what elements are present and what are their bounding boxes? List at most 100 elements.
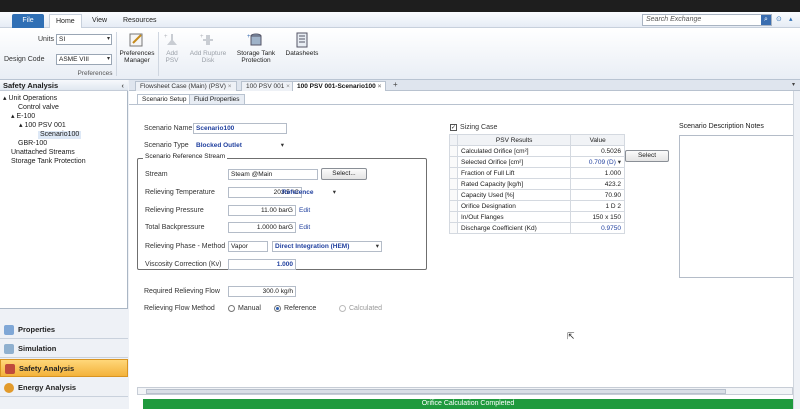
relieving-temperature-mode-select[interactable]: Reference ▾ [279, 187, 339, 198]
tree-label: Scenario100 [40, 131, 80, 138]
units-select[interactable]: SI ▾ [56, 34, 112, 45]
table-row: In/Out Flanges 150 x 150 [449, 211, 625, 223]
rupture-disk-icon: + [200, 34, 213, 45]
tree-item-control-valve[interactable]: Control valve [18, 104, 59, 112]
select-orifice-button[interactable]: Select [625, 150, 669, 162]
row-gutter [449, 167, 458, 179]
edit-relieving-pressure-link[interactable]: Edit [299, 207, 310, 214]
close-icon[interactable]: × [286, 83, 290, 90]
tree-label: 100 PSV 001 [24, 122, 66, 129]
scenario-notes-textarea[interactable] [679, 135, 795, 278]
relieving-pressure-label: Relieving Pressure [145, 207, 204, 214]
simulation-nav-button[interactable]: Simulation [0, 340, 128, 358]
add-psv-label: Add PSV [165, 50, 179, 64]
sizing-case-label: Sizing Case [460, 124, 498, 131]
home-tab[interactable]: Home [49, 14, 82, 28]
chevron-down-icon[interactable]: ▾ [792, 81, 795, 88]
tab-scenario-setup[interactable]: Scenario Setup [137, 94, 192, 104]
tab-fluid-properties[interactable]: Fluid Properties [189, 94, 245, 104]
add-psv-button[interactable]: + Add PSV [160, 32, 184, 64]
mouse-cursor-icon: ⇱ [567, 331, 575, 341]
horizontal-scrollbar[interactable] [137, 387, 793, 395]
search-exchange-input[interactable]: Search Exchange [642, 14, 772, 26]
total-backpressure-input[interactable]: 1.0000 barG [228, 222, 296, 233]
tab-flowsheet-case[interactable]: Flowsheet Case (Main) (PSV) × [135, 81, 237, 91]
relieving-phase-input[interactable]: Vapor [228, 241, 268, 252]
table-row: Rated Capacity [kg/h] 423.2 [449, 178, 625, 190]
result-label: Orifice Designation [456, 200, 572, 212]
tree-item-storage-tank-protection[interactable]: Storage Tank Protection [11, 158, 86, 166]
relieving-temperature-label: Relieving Temperature [145, 189, 215, 196]
calculated-radio[interactable] [339, 305, 346, 312]
help-icon[interactable]: ⊙ [776, 15, 782, 23]
units-label: Units [38, 36, 54, 43]
nav-button-label: Simulation [18, 344, 57, 353]
reference-radio-label: Reference [284, 305, 317, 312]
tree-item-unit-operations[interactable]: ▴ Unit Operations [3, 95, 57, 103]
selected-orifice-select[interactable]: 0.709 (D) ▾ [570, 156, 625, 168]
result-label: Calculated Orifice [cm²] [456, 145, 572, 157]
scenario-type-value: Blocked Outlet [196, 142, 242, 149]
relieving-method-select[interactable]: Direct Integration (HEM) ▾ [272, 241, 382, 252]
navigation-buttons: Properties Simulation Safety Analysis En… [0, 308, 128, 409]
view-tab[interactable]: View [86, 14, 113, 28]
add-rupture-disk-button[interactable]: + Add Rupture Disk [186, 32, 230, 64]
add-tab-icon[interactable]: + [393, 80, 398, 89]
reference-radio[interactable] [274, 305, 281, 312]
energy-analysis-nav-button[interactable]: Energy Analysis [0, 379, 128, 397]
manual-radio[interactable] [228, 305, 235, 312]
notes-label: Scenario Description Notes [679, 123, 764, 130]
datasheets-button[interactable]: Datasheets [282, 32, 322, 57]
preferences-manager-button[interactable]: Preferences Manager [118, 32, 156, 64]
search-icon[interactable]: ⌕ [761, 15, 771, 25]
tree-item-unattached-streams[interactable]: Unattached Streams [11, 149, 75, 157]
scenario-name-input[interactable]: Scenario100 [193, 123, 287, 134]
row-gutter [449, 189, 458, 201]
storage-tank-protection-button[interactable]: + Storage Tank Protection [232, 32, 280, 64]
preferences-manager-icon [129, 33, 143, 47]
table-row: Fraction of Full Lift 1.000 [449, 167, 625, 179]
tree-label: E-100 [16, 113, 36, 120]
relieving-flow-method-label: Relieving Flow Method [144, 305, 215, 312]
close-icon[interactable]: × [228, 83, 232, 90]
select-stream-button[interactable]: Select... [321, 168, 367, 180]
tab-label: 100 PSV 001 [246, 83, 285, 90]
result-label: In/Out Flanges [456, 211, 572, 223]
design-code-select[interactable]: ASME VIII ▾ [56, 54, 112, 65]
close-icon[interactable]: × [378, 83, 382, 90]
flowsheet-icon [4, 344, 14, 354]
viscosity-correction-label: Viscosity Correction (Kv) [145, 261, 222, 268]
file-tab[interactable]: File [12, 14, 44, 28]
preferences-manager-label: Preferences Manager [119, 50, 155, 64]
scrollbar-thumb[interactable] [146, 389, 726, 394]
chevron-down-icon: ▾ [617, 159, 621, 166]
tree-item-scenario100[interactable]: Scenario100 [38, 131, 82, 139]
tree-item-gbr-100[interactable]: GBR-100 [18, 140, 47, 148]
ribbon-separator [116, 32, 117, 76]
stream-label: Stream [145, 171, 168, 178]
flame-icon [4, 383, 14, 393]
tree-item-100-psv-001[interactable]: ▴ 100 PSV 001 [19, 122, 66, 130]
edit-backpressure-link[interactable]: Edit [299, 224, 310, 231]
vertical-scrollbar[interactable] [793, 91, 800, 409]
resources-tab[interactable]: Resources [117, 14, 162, 28]
properties-nav-button[interactable]: Properties [0, 321, 128, 339]
tab-100-psv-001[interactable]: 100 PSV 001 × [241, 81, 295, 91]
chevron-down-icon: ▾ [375, 243, 379, 250]
table-row: Discharge Coefficient (Kd) 0.9750 [449, 222, 625, 234]
chevron-left-icon[interactable]: ‹ [122, 80, 125, 91]
required-relieving-flow-input[interactable]: 300.0 kg/h [228, 286, 296, 297]
scenario-type-select[interactable]: Blocked Outlet ▾ [193, 140, 287, 151]
tree-item-e-100[interactable]: ▴ E-100 [11, 113, 35, 121]
required-relieving-flow-label: Required Relieving Flow [144, 288, 220, 295]
relieving-pressure-input[interactable]: 11.00 barG [228, 205, 296, 216]
row-gutter [449, 156, 458, 168]
result-label: Fraction of Full Lift [456, 167, 572, 179]
safety-valve-icon [5, 364, 15, 374]
tab-scenario100[interactable]: 100 PSV 001-Scenario100 × [292, 81, 387, 91]
viscosity-correction-input[interactable]: 1.000 [228, 259, 296, 270]
ribbon-options-icon[interactable]: ▴ [789, 15, 793, 23]
stream-input[interactable]: Steam @Main [228, 169, 318, 180]
safety-analysis-nav-button[interactable]: Safety Analysis [0, 359, 128, 377]
sizing-case-checkbox[interactable]: ✓ [450, 124, 457, 131]
